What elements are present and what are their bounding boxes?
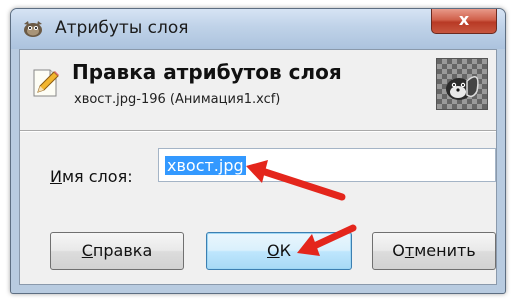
header-subtitle: хвост.jpg-196 (Анимация1.xcf): [74, 92, 281, 107]
dialog-header: Правка атрибутов слоя хвост.jpg-196 (Ани…: [20, 50, 496, 130]
cancel-button[interactable]: Отменить: [372, 232, 496, 270]
layer-thumbnail: [436, 58, 488, 110]
ok-button-accesskey: О: [267, 241, 280, 260]
close-icon: x: [458, 10, 470, 29]
ok-button-label: К: [279, 241, 291, 260]
ok-button[interactable]: ОК: [206, 232, 352, 270]
help-button-accesskey: С: [81, 241, 93, 260]
layer-name-label-text: мя слоя:: [61, 167, 133, 186]
header-title: Правка атрибутов слоя: [72, 60, 342, 84]
cancel-button-label: менить: [414, 241, 476, 260]
layer-name-value: хвост.jpg: [165, 156, 246, 175]
pencil-edit-icon: [33, 69, 59, 97]
cancel-button-accesskey: т: [404, 241, 415, 260]
gimp-icon: [24, 21, 42, 37]
layer-name-label-accesskey: И: [50, 167, 62, 186]
help-button[interactable]: Справка: [50, 232, 184, 270]
header-separator: [20, 130, 496, 132]
cancel-button-label-start: О: [392, 241, 405, 260]
help-button-label: правка: [92, 241, 153, 260]
layer-name-input[interactable]: хвост.jpg: [158, 148, 496, 182]
title-bar[interactable]: Атрибуты слоя x: [11, 9, 505, 49]
window-title: Атрибуты слоя: [55, 18, 189, 38]
close-button[interactable]: x: [431, 9, 497, 34]
dialog-window: Атрибуты слоя x Правка атрибутов слоя хв…: [10, 8, 506, 294]
layer-name-label: Имя слоя:: [50, 167, 133, 186]
dialog-body: Правка атрибутов слоя хвост.jpg-196 (Ани…: [19, 49, 497, 285]
